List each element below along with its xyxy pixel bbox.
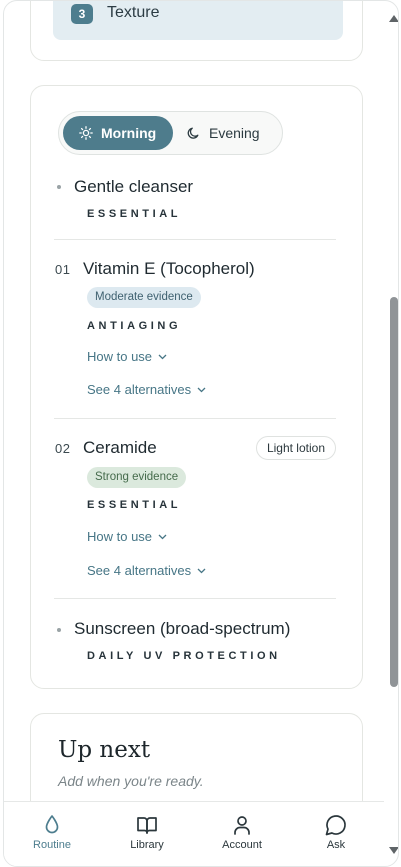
item-tag: ANTIAGING	[87, 320, 182, 332]
up-next-title: Up next	[58, 737, 151, 763]
item-number: 02	[55, 441, 71, 456]
morning-tab[interactable]: Morning	[63, 116, 173, 150]
item-tag: ESSENTIAL	[87, 499, 182, 511]
bottom-nav: Routine Library Account Ask	[4, 801, 384, 866]
evidence-badge: Moderate evidence	[87, 287, 201, 308]
evening-label: Evening	[209, 125, 260, 141]
item-tag: DAILY UV PROTECTION	[87, 650, 281, 662]
chat-bubble-icon	[325, 815, 346, 836]
texture-row[interactable]: 3 Texture	[53, 1, 343, 40]
app-frame: 3 Texture Morning Evening Gentle cleanse…	[3, 0, 399, 867]
sun-icon	[79, 126, 93, 140]
scroll-down-arrow-icon[interactable]	[389, 847, 398, 854]
time-toggle: Morning Evening	[58, 111, 283, 155]
moon-icon	[187, 127, 199, 139]
how-to-use-label: How to use	[87, 349, 153, 364]
bullet	[57, 628, 61, 632]
nav-routine[interactable]: Routine	[4, 802, 100, 866]
routine-item: Sunscreen (broad-spectrum) DAILY UV PROT…	[54, 616, 336, 666]
step-number: 3	[71, 4, 93, 24]
chevron-down-icon	[158, 534, 167, 539]
nav-label: Library	[130, 839, 164, 851]
nav-library[interactable]: Library	[99, 802, 195, 866]
morning-label: Morning	[101, 125, 157, 141]
how-to-use-link[interactable]: How to use	[87, 349, 167, 364]
evening-tab[interactable]: Evening	[177, 116, 277, 150]
item-tag: ESSENTIAL	[87, 208, 182, 220]
item-number: 01	[55, 262, 71, 277]
scrollbar-thumb[interactable]	[390, 297, 398, 687]
divider	[54, 239, 336, 240]
item-name: Ceramide	[83, 438, 157, 457]
routine-item: 01 Vitamin E (Tocopherol) Moderate evide…	[54, 256, 336, 406]
scrollbar[interactable]	[387, 11, 398, 861]
routine-item: 02 Ceramide Light lotion Strong evidence…	[54, 435, 336, 585]
nav-account[interactable]: Account	[194, 802, 290, 866]
scroll-up-arrow-icon[interactable]	[389, 15, 398, 22]
item-name: Sunscreen (broad-spectrum)	[74, 619, 291, 638]
drop-icon	[45, 815, 59, 834]
chevron-down-icon	[197, 568, 206, 573]
texture-pill: Light lotion	[255, 436, 336, 460]
nav-ask[interactable]: Ask	[288, 802, 384, 866]
alternatives-link[interactable]: See 4 alternatives	[87, 382, 206, 397]
item-name: Vitamin E (Tocopherol)	[83, 259, 255, 278]
texture-label: Texture	[107, 4, 160, 21]
nav-label: Routine	[33, 839, 71, 851]
alternatives-link[interactable]: See 4 alternatives	[87, 563, 206, 578]
person-icon	[234, 816, 250, 835]
how-to-use-label: How to use	[87, 529, 153, 544]
divider	[54, 418, 336, 419]
nav-label: Ask	[326, 839, 346, 851]
alternatives-label: See 4 alternatives	[87, 382, 192, 397]
book-icon	[137, 817, 157, 834]
routine-card: Morning Evening Gentle cleanser ESSENTIA…	[30, 85, 363, 689]
chevron-down-icon	[197, 387, 206, 392]
texture-card: 3 Texture	[30, 1, 363, 61]
how-to-use-link[interactable]: How to use	[87, 529, 167, 544]
nav-label: Account	[222, 839, 262, 851]
divider	[54, 598, 336, 599]
chevron-down-icon	[158, 354, 167, 359]
up-next-subtitle: Add when you're ready.	[58, 773, 204, 789]
routine-item: Gentle cleanser ESSENTIAL	[54, 174, 336, 234]
item-name: Gentle cleanser	[74, 177, 194, 196]
bullet	[57, 185, 61, 189]
evidence-badge: Strong evidence	[87, 467, 187, 488]
alternatives-label: See 4 alternatives	[87, 563, 192, 578]
